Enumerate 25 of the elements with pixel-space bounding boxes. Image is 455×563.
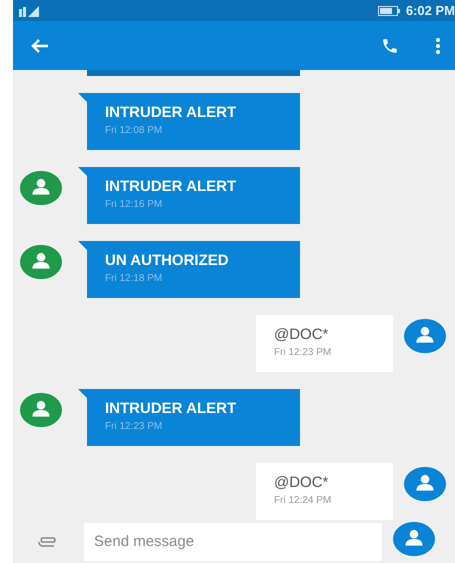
message-time: Fri 12:24 PM [274,495,332,506]
message-text: INTRUDER ALERT [105,178,238,196]
battery-icon [378,6,400,16]
back-arrow-icon[interactable] [31,38,49,53]
message-text: @DOC* [274,326,330,344]
message-text: @DOC* [274,474,330,492]
avatar-icon [20,244,62,280]
message-input[interactable]: Send message [84,522,382,561]
phone-icon[interactable] [381,36,399,55]
avatar-icon [20,170,62,206]
message-text: INTRUDER ALERT [105,104,238,122]
message-text: UN AUTHORIZED [105,252,230,270]
avatar-icon [20,392,62,428]
clock-text: 6:02 PM [406,3,455,18]
avatar-icon [404,466,446,502]
attachment-icon[interactable] [37,536,57,547]
avatar-icon [393,521,435,558]
message-time: Fri 12:18 PM [105,273,164,284]
message-time: Fri 12:23 PM [274,347,332,358]
message-time: Fri 12:23 PM [105,421,164,432]
message-text: INTRUDER ALERT [105,400,238,418]
message-time: Fri 12:08 PM [105,125,164,136]
avatar-icon [404,318,446,354]
more-options-icon[interactable] [435,36,441,55]
message-time: Fri 12:16 PM [105,199,164,210]
